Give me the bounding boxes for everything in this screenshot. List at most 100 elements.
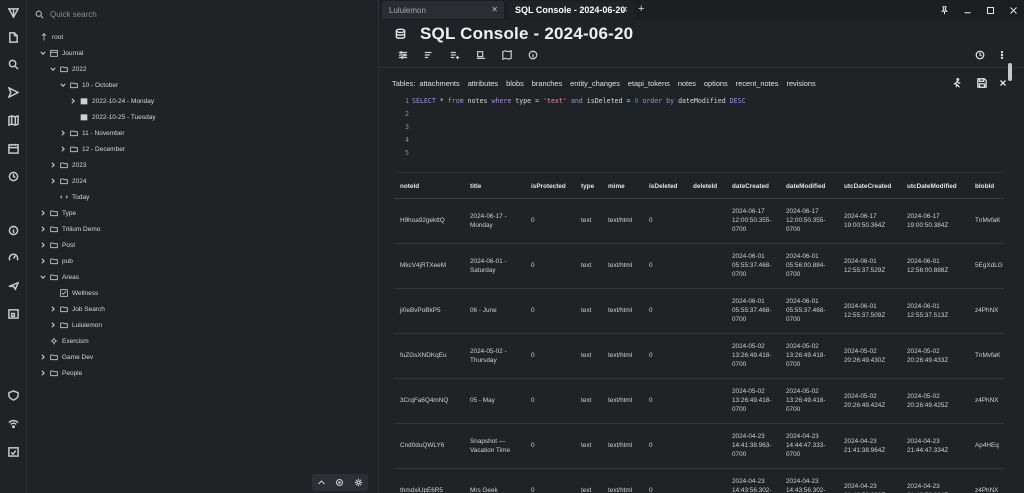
chevron-right-icon[interactable]	[39, 240, 47, 250]
scrollbar-thumb[interactable]	[1008, 63, 1012, 81]
tree-node[interactable]: Exercism	[39, 335, 89, 347]
tree-node[interactable]: 2022-10-24 - Monday	[69, 95, 154, 107]
table-name-link[interactable]: branches	[532, 79, 562, 88]
quick-search-input[interactable]	[50, 9, 350, 19]
tree-node[interactable]: 2023	[49, 159, 86, 171]
sync-status-button[interactable]	[5, 415, 22, 432]
today-button[interactable]	[5, 305, 22, 322]
sql-editor[interactable]: 1 2 3 4 5 SELECT * from notes where type…	[395, 96, 985, 158]
ribbon-note-map-button[interactable]	[499, 48, 515, 62]
table-name-link[interactable]: recent_notes	[736, 79, 779, 88]
link-icon	[60, 193, 68, 202]
note-history-button[interactable]	[973, 48, 987, 62]
global-menu-button[interactable]	[5, 443, 22, 460]
table-cell: 2024-06-01 05:56:00.884- 0700	[780, 243, 838, 289]
note-title[interactable]: SQL Console - 2024-06-20	[420, 24, 633, 44]
tree-node[interactable]: 2024	[49, 175, 86, 187]
jump-to-note-button[interactable]	[5, 84, 22, 101]
note-menu-button[interactable]	[995, 48, 1009, 62]
chevron-right-icon[interactable]	[39, 352, 47, 362]
calendar-button[interactable]	[5, 140, 22, 157]
tree-node[interactable]: root	[29, 31, 63, 43]
sql-query-line[interactable]: SELECT * from notes where type = 'text' …	[412, 97, 746, 105]
table-name-link[interactable]: notes	[678, 79, 696, 88]
table-name-link[interactable]: etapi_tokens	[628, 79, 670, 88]
root-icon	[40, 33, 48, 42]
tree-node[interactable]: pub	[39, 255, 73, 267]
chevron-right-icon[interactable]	[69, 96, 77, 106]
app-menu-button[interactable]	[5, 4, 22, 21]
search-button[interactable]	[5, 56, 22, 73]
tree-node-label: 11 - November	[82, 129, 125, 137]
new-tab-button[interactable]: +	[638, 3, 644, 15]
chevron-right-icon[interactable]	[39, 208, 47, 218]
close-window-button[interactable]	[1006, 3, 1020, 17]
tree-node[interactable]: People	[39, 367, 82, 379]
chevron-right-icon[interactable]	[49, 176, 57, 186]
chevron-down-icon[interactable]	[39, 48, 47, 58]
save-button[interactable]	[975, 76, 989, 90]
calendar-icon	[50, 49, 58, 58]
pin-button[interactable]	[937, 3, 951, 17]
table-name-link[interactable]: entity_changes	[570, 79, 620, 88]
sql-keyword: SELECT	[412, 97, 436, 105]
table-name-link[interactable]: attachments	[419, 79, 459, 88]
chevron-right-icon[interactable]	[39, 368, 47, 378]
table-name-link[interactable]: options	[704, 79, 728, 88]
chevron-right-icon[interactable]	[59, 144, 67, 154]
dashboard-button[interactable]	[5, 249, 22, 266]
ribbon-note-info-button[interactable]	[473, 48, 489, 62]
tree-node[interactable]: 10 - October	[59, 79, 118, 91]
collapse-tree-button[interactable]	[315, 476, 328, 489]
table-name-link[interactable]: blobs	[506, 79, 524, 88]
execute-query-button[interactable]	[950, 76, 964, 90]
ribbon-attributes-button[interactable]	[421, 48, 437, 62]
tree-node[interactable]: Lululemon	[49, 319, 102, 331]
query-results: noteId title isProtected type mime isDeleted d…	[394, 176, 1004, 493]
chevron-down-icon[interactable]	[49, 64, 57, 74]
tree-node-label: Game Dev	[62, 353, 94, 361]
chevron-down-icon[interactable]	[39, 272, 47, 282]
chevron-right-icon[interactable]	[49, 320, 57, 330]
ribbon-info-button[interactable]	[525, 48, 541, 62]
tab-sql-console[interactable]: SQL Console - 2024-06-20 ✕	[508, 1, 634, 19]
tree-node[interactable]: 12 - December	[59, 143, 125, 155]
scrollbar[interactable]	[1008, 63, 1013, 493]
chevron-right-icon[interactable]	[49, 304, 57, 314]
tree-settings-button[interactable]	[352, 476, 365, 489]
tree-node[interactable]: 2022-10-25 - Tuesday	[69, 111, 156, 123]
chevron-right-icon[interactable]	[49, 160, 57, 170]
tree-node[interactable]: Job Search	[49, 303, 105, 315]
tree-node[interactable]: Post	[39, 239, 75, 251]
scroll-to-active-button[interactable]	[333, 476, 346, 489]
tree-node[interactable]: 11 - November	[59, 127, 125, 139]
chevron-right-icon[interactable]	[39, 256, 47, 266]
ribbon-add-attribute-button[interactable]	[447, 48, 463, 62]
chevron-right-icon[interactable]	[59, 128, 67, 138]
tree-node[interactable]: 2022	[49, 63, 86, 75]
info-button[interactable]	[5, 222, 22, 239]
tree-node[interactable]: Game Dev	[39, 351, 93, 363]
tree-node[interactable]: Type	[39, 207, 76, 219]
maximize-button[interactable]	[983, 3, 997, 17]
tree-node[interactable]: Wellness	[49, 287, 98, 299]
table-name-link[interactable]: revisions	[786, 79, 815, 88]
tab-close-icon[interactable]: ✕	[491, 5, 498, 14]
tab-lululemon[interactable]: Lululemon ✕	[382, 1, 504, 19]
chevron-down-icon[interactable]	[59, 80, 67, 90]
tab-close-icon[interactable]: ✕	[621, 5, 628, 14]
tree-node[interactable]: Today	[49, 191, 89, 203]
tree-node[interactable]: Trilium Demo	[39, 223, 100, 235]
ribbon-properties-button[interactable]	[395, 48, 411, 62]
table-name-link[interactable]: attributes	[468, 79, 498, 88]
new-note-button[interactable]	[5, 29, 22, 46]
tree-node[interactable]: Journal	[39, 47, 83, 59]
chevron-right-icon[interactable]	[39, 224, 47, 234]
protected-session-button[interactable]	[5, 387, 22, 404]
tree-node[interactable]: Areas	[39, 271, 79, 283]
sql-keyword: DESC	[729, 97, 746, 105]
note-map-button[interactable]	[5, 112, 22, 129]
sync-button[interactable]	[5, 277, 22, 294]
minimize-button[interactable]	[960, 3, 974, 17]
recent-changes-button[interactable]	[5, 168, 22, 185]
